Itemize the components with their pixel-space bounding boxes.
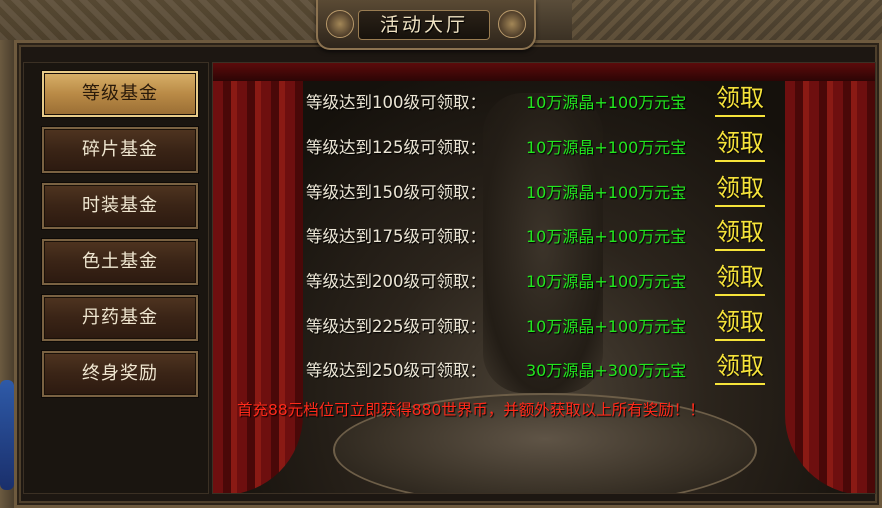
- fund-category-sidebar: 等级基金 碎片基金 时装基金 色土基金 丹药基金 终身奖励: [23, 62, 209, 494]
- reward-row: 等级达到250级可领取： 30万源晶+300万元宝 领取: [213, 349, 875, 389]
- claim-button[interactable]: 领取: [715, 260, 765, 296]
- game-screen: 等级基金 碎片基金 时装基金 色土基金 丹药基金 终身奖励 等级达到100级可领…: [0, 0, 882, 508]
- title-plaque: 活动大厅: [316, 0, 536, 50]
- window-title: 活动大厅: [379, 14, 468, 36]
- claim-button[interactable]: 领取: [715, 215, 765, 251]
- title-frame: 活动大厅: [358, 10, 490, 40]
- game-character: [0, 380, 14, 490]
- game-scenery-right: [572, 0, 882, 40]
- reward-amount: 10万源晶+100万元宝: [526, 227, 687, 246]
- reward-row: 等级达到225级可领取： 10万源晶+100万元宝 领取: [213, 305, 875, 345]
- reward-requirement: 等级达到100级可领取：: [306, 93, 486, 112]
- reward-requirement: 等级达到150级可领取：: [306, 183, 486, 202]
- ornament-left-icon: [326, 10, 354, 38]
- ornament-right-icon: [498, 10, 526, 38]
- reward-requirement: 等级达到175级可领取：: [306, 227, 486, 246]
- reward-amount: 10万源晶+100万元宝: [526, 138, 687, 157]
- sidebar-item-elixir-fund[interactable]: 丹药基金: [42, 295, 198, 341]
- sidebar-item-soil-fund[interactable]: 色土基金: [42, 239, 198, 285]
- reward-stage: 等级达到100级可领取： 10万源晶+100万元宝 领取 等级达到125级可领取…: [212, 62, 876, 494]
- sidebar-item-costume-fund[interactable]: 时装基金: [42, 183, 198, 229]
- sidebar-item-lifetime-reward[interactable]: 终身奖励: [42, 351, 198, 397]
- claim-button[interactable]: 领取: [715, 349, 765, 385]
- sidebar-item-fragment-fund[interactable]: 碎片基金: [42, 127, 198, 173]
- reward-row: 等级达到125级可领取： 10万源晶+100万元宝 领取: [213, 126, 875, 166]
- reward-row: 等级达到100级可领取： 10万源晶+100万元宝 领取: [213, 81, 875, 121]
- reward-row: 等级达到175级可领取： 10万源晶+100万元宝 领取: [213, 215, 875, 255]
- reward-amount: 30万源晶+300万元宝: [526, 361, 687, 380]
- claim-button[interactable]: 领取: [715, 171, 765, 207]
- reward-amount: 10万源晶+100万元宝: [526, 93, 687, 112]
- reward-amount: 10万源晶+100万元宝: [526, 183, 687, 202]
- reward-amount: 10万源晶+100万元宝: [526, 317, 687, 336]
- reward-row: 等级达到200级可领取： 10万源晶+100万元宝 领取: [213, 260, 875, 300]
- reward-row: 等级达到150级可领取： 10万源晶+100万元宝 领取: [213, 171, 875, 211]
- claim-button[interactable]: 领取: [715, 305, 765, 341]
- sidebar-item-level-fund[interactable]: 等级基金: [42, 71, 198, 117]
- reward-amount: 10万源晶+100万元宝: [526, 272, 687, 291]
- claim-button[interactable]: 领取: [715, 81, 765, 117]
- curtain-top-decoration: [213, 63, 875, 81]
- reward-requirement: 等级达到250级可领取：: [306, 361, 486, 380]
- claim-button[interactable]: 领取: [715, 126, 765, 162]
- first-recharge-notice: 首充88元档位可立即获得880世界币，并额外获取以上所有奖励！！: [237, 401, 705, 419]
- reward-requirement: 等级达到200级可领取：: [306, 272, 486, 291]
- reward-requirement: 等级达到225级可领取：: [306, 317, 486, 336]
- reward-requirement: 等级达到125级可领取：: [306, 138, 486, 157]
- game-scenery-left: [0, 0, 320, 40]
